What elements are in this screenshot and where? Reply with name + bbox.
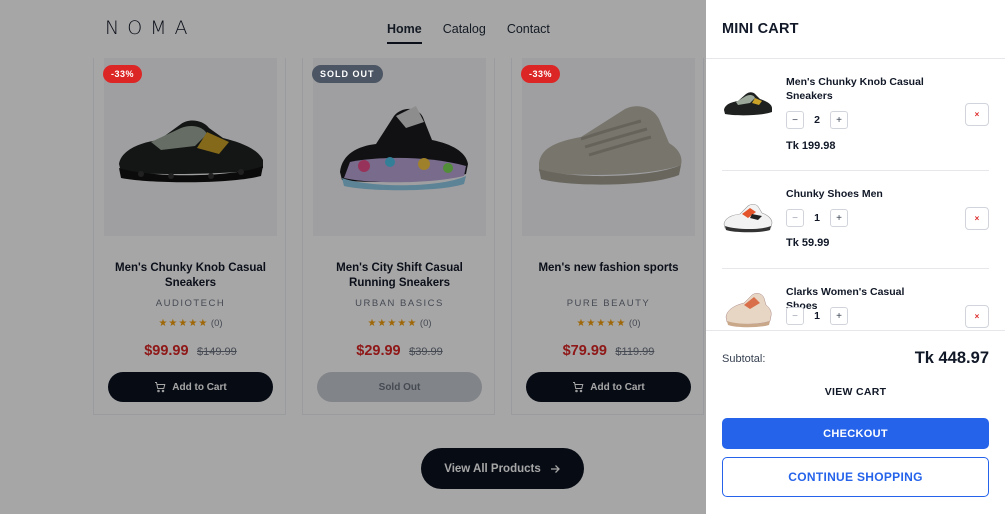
quantity-value: 1 — [814, 212, 820, 224]
cart-item-price: Tk 59.99 — [786, 237, 830, 249]
cart-item-price: Tk 199.98 — [786, 140, 836, 152]
cart-item-thumbnail[interactable] — [722, 287, 774, 330]
cart-item-name[interactable]: Chunky Shoes Men — [786, 187, 936, 201]
checkout-button[interactable]: CHECKOUT — [722, 418, 989, 449]
remove-item-button[interactable]: × — [965, 207, 989, 230]
quantity-stepper: − 2 + — [786, 111, 848, 129]
cart-item-thumbnail[interactable] — [722, 195, 774, 239]
cart-item: Clarks Women's Casual Shoes − 1 + × — [706, 269, 1005, 330]
discount-badge: -33% — [103, 65, 143, 83]
subtotal-value: Tk 448.97 — [914, 349, 989, 367]
remove-item-button[interactable]: × — [965, 305, 989, 328]
cart-item: Chunky Shoes Men − 1 + Tk 59.99 × — [706, 171, 1005, 269]
increase-quantity-button[interactable]: + — [830, 111, 848, 129]
divider — [706, 330, 1005, 331]
increase-quantity-button[interactable]: + — [830, 307, 848, 325]
cart-item-list[interactable]: Men's Chunky Knob Casual Sneakers − 2 + … — [706, 59, 1005, 330]
subtotal-label: Subtotal: — [722, 353, 766, 365]
mini-cart-drawer: MINI CART Men's Chunky Knob Casual Sneak… — [706, 0, 1005, 514]
increase-quantity-button[interactable]: + — [830, 209, 848, 227]
sold-out-badge: SOLD OUT — [312, 65, 383, 83]
mini-cart-title: MINI CART — [722, 21, 799, 37]
discount-badge: -33% — [521, 65, 561, 83]
quantity-stepper: − 1 + — [786, 209, 848, 227]
quantity-value: 2 — [814, 114, 820, 126]
remove-item-button[interactable]: × — [965, 103, 989, 126]
view-cart-link[interactable]: VIEW CART — [722, 386, 989, 398]
decrease-quantity-button[interactable]: − — [786, 111, 804, 129]
quantity-stepper: − 1 + — [786, 307, 848, 325]
cart-item-name[interactable]: Men's Chunky Knob Casual Sneakers — [786, 75, 936, 103]
cart-item: Men's Chunky Knob Casual Sneakers − 2 + … — [706, 59, 1005, 171]
continue-shopping-button[interactable]: CONTINUE SHOPPING — [722, 457, 989, 497]
quantity-value: 1 — [814, 310, 820, 322]
cart-item-thumbnail[interactable] — [722, 81, 774, 125]
decrease-quantity-button[interactable]: − — [786, 209, 804, 227]
decrease-quantity-button[interactable]: − — [786, 307, 804, 325]
